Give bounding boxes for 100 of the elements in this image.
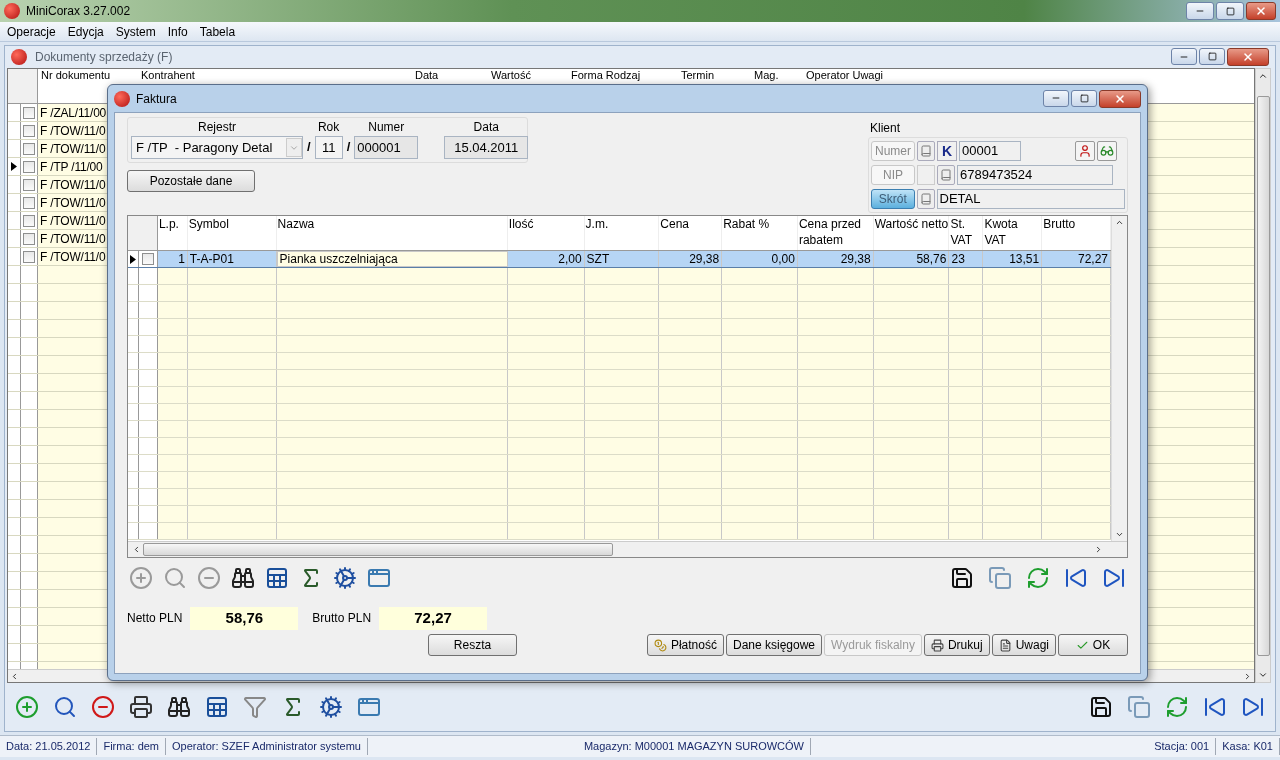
last-record-icon[interactable]	[1102, 566, 1126, 590]
scroll-thumb[interactable]	[143, 543, 613, 556]
dialog-button[interactable]: Dane księgowe	[725, 634, 823, 656]
table-cell-text: 29,38	[689, 251, 720, 268]
search-icon[interactable]	[53, 695, 77, 719]
lookup-button[interactable]	[916, 189, 935, 209]
book-icon	[940, 169, 952, 181]
save-icon[interactable]	[1089, 695, 1113, 719]
windows-icon[interactable]	[988, 566, 1012, 590]
other-data-button[interactable]: Pozostałe dane	[127, 170, 255, 192]
first-record-icon[interactable]	[1064, 566, 1088, 590]
maximize-button[interactable]	[1071, 89, 1097, 107]
year-field[interactable]: 11	[314, 136, 343, 159]
column-header: Cena	[659, 216, 723, 250]
search-icon[interactable]	[163, 566, 187, 590]
add-icon[interactable]	[129, 566, 153, 590]
book-icon	[920, 145, 932, 157]
menu-item[interactable]: System	[115, 22, 156, 41]
dialog-button[interactable]: Uwagi	[991, 634, 1056, 656]
menu-item[interactable]: Tabela	[199, 22, 236, 41]
scroll-up-icon[interactable]	[1258, 71, 1268, 81]
binoculars-icon[interactable]	[231, 566, 255, 590]
column-header: Wartość netto	[873, 216, 950, 250]
first-record-icon[interactable]	[1203, 695, 1227, 719]
document-number: F /TOW/11/0	[40, 212, 106, 230]
date-field[interactable]: 15.04.2011	[444, 136, 529, 159]
status-text: Data: 21.05.2012	[0, 738, 98, 755]
close-button[interactable]	[1246, 2, 1276, 20]
filter-icon[interactable]	[243, 695, 267, 719]
menu-item[interactable]: Edycja	[67, 22, 104, 41]
dialog-button[interactable]: Płatność	[646, 634, 724, 656]
column-header: Kontrahent	[141, 69, 195, 81]
column-header: Data	[415, 69, 439, 81]
gears-icon[interactable]	[333, 566, 357, 590]
printer-icon[interactable]	[129, 695, 153, 719]
table-icon[interactable]	[265, 566, 289, 590]
refresh-icon[interactable]	[1165, 695, 1189, 719]
table-icon[interactable]	[205, 695, 229, 719]
last-record-icon[interactable]	[1241, 695, 1265, 719]
number-field[interactable]: 000001	[354, 136, 419, 159]
maximize-icon	[1225, 6, 1235, 16]
short-name-field[interactable]: DETAL	[936, 189, 1125, 209]
menu-item[interactable]: Info	[167, 22, 188, 41]
menu-item[interactable]: Operacje	[7, 22, 56, 41]
client-number-field[interactable]: 00001	[959, 141, 1021, 161]
status-text: Kasa: K01	[1216, 738, 1280, 755]
row-checkbox[interactable]	[141, 253, 154, 265]
dialog-button[interactable]: OK	[1058, 634, 1128, 656]
remove-icon[interactable]	[91, 695, 115, 719]
group-label: Klient	[870, 120, 902, 137]
change-button[interactable]: Reszta	[428, 634, 517, 656]
register-dropdown[interactable]: F /TP - Paragony Detal	[131, 136, 303, 159]
scroll-left-icon[interactable]	[10, 671, 19, 681]
gears-icon[interactable]	[319, 695, 343, 719]
maximize-button[interactable]	[1199, 48, 1225, 65]
scroll-down-icon[interactable]	[1258, 670, 1268, 680]
window-title: Dokumenty sprzedaży (F)	[35, 49, 173, 66]
column-header: Symbol	[187, 216, 277, 250]
column-header: J.m.	[584, 216, 660, 250]
scroll-up-icon[interactable]	[1115, 218, 1124, 227]
row-header-cell	[21, 356, 38, 373]
total-label: Brutto PLN	[312, 610, 372, 627]
app-logo-icon	[11, 49, 27, 65]
document-number: F /TOW/11/0	[40, 194, 106, 212]
dialog-button[interactable]: Drukuj	[923, 634, 990, 656]
table-row[interactable]: 1 T-A-P01 Pianka uszczelniająca 2,00 SZT 29,38 0,00 29,38 58,76 23 13,51 72,27	[128, 251, 1111, 268]
preview-button[interactable]	[1097, 141, 1117, 161]
column-header: Termin	[681, 69, 714, 81]
lookup-button[interactable]	[917, 141, 935, 161]
table-cell-text: 13,51	[1009, 251, 1040, 268]
total-value: 58,76	[190, 606, 299, 630]
minimize-button[interactable]	[1186, 2, 1214, 20]
total-label: Netto PLN	[127, 610, 183, 627]
column-header: Ilość	[507, 216, 585, 250]
scroll-right-icon[interactable]	[1094, 545, 1103, 554]
add-icon[interactable]	[15, 695, 39, 719]
minimize-button[interactable]	[1171, 48, 1197, 65]
minimize-button[interactable]	[1043, 89, 1069, 107]
client-card-button[interactable]	[1075, 141, 1095, 161]
close-button[interactable]	[1099, 89, 1141, 108]
nip-field[interactable]: 6789473524	[957, 165, 1113, 185]
scroll-right-icon[interactable]	[1243, 671, 1252, 681]
scroll-thumb[interactable]	[1256, 95, 1270, 656]
scroll-down-icon[interactable]	[1115, 530, 1124, 539]
column-header: Mag.	[754, 69, 779, 81]
scroll-left-icon[interactable]	[132, 545, 141, 554]
column-header: Operator Uwagi	[806, 69, 884, 81]
refresh-icon[interactable]	[1026, 566, 1050, 590]
search-mode-button[interactable]: Skrót	[871, 189, 915, 209]
separator: /	[307, 137, 311, 156]
maximize-button[interactable]	[1216, 2, 1244, 20]
close-button[interactable]	[1227, 48, 1269, 66]
remove-icon[interactable]	[197, 566, 221, 590]
app-logo-icon	[114, 90, 130, 107]
windows-icon[interactable]	[1127, 695, 1151, 719]
lookup-button[interactable]	[937, 165, 955, 185]
column-header: Rabat %	[722, 216, 798, 250]
table-cell-text: 72,27	[1077, 251, 1108, 268]
binoculars-icon[interactable]	[167, 695, 191, 719]
save-icon[interactable]	[950, 566, 974, 590]
